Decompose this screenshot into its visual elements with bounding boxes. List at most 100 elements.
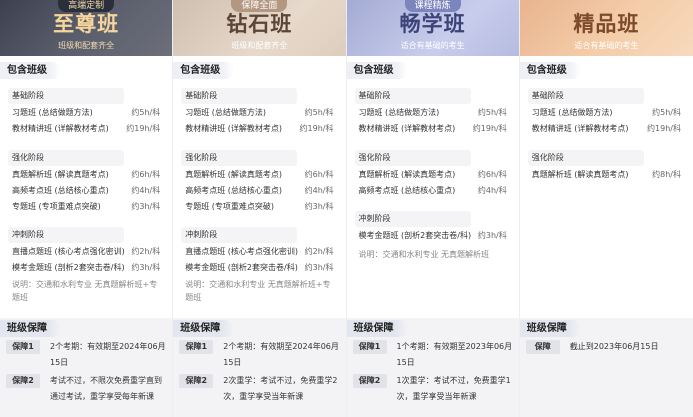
plan-subtitle: 班级和配套齐全 (231, 41, 288, 50)
plan-subtitle: 适合有基础的考生 (574, 41, 639, 50)
guarantee-badge: 保障1 (179, 340, 214, 354)
course-row: 高频考点班 (总结核心重点) 约4h/科 (359, 186, 507, 196)
course-row: 直播点题班 (核心考点强化密训) 约2h/科 (12, 247, 160, 257)
course-row: 模考金题班 (剖析2套突击卷/科) 约3h/科 (185, 263, 333, 273)
plan-header[interactable]: 高端定制 至尊班 班级和配套齐全 (0, 0, 173, 56)
included-classes-label: 包含班级 (0, 62, 61, 79)
guarantee-text: 1次重学：考试不过，免费重学1次，重学享受当年新课 (396, 376, 511, 401)
course-hours: 约2h/科 (304, 247, 334, 256)
course-name: 专题班 (专项重难点突破) (185, 202, 275, 211)
included-classes-label: 包含班级 (346, 62, 408, 79)
guarantee-label: 班级保障 (346, 320, 408, 337)
stage-label: 冲刺阶段 (181, 227, 298, 243)
course-name: 高频考点班 (总结核心重点) (358, 186, 456, 195)
course-hours: 约4h/科 (304, 186, 334, 195)
stage-label: 强化阶段 (8, 150, 124, 166)
guarantee-text: 1个考期：有效期至2023年06月15日 (396, 342, 513, 367)
guarantee-badge: 保障2 (352, 374, 387, 388)
stage-label: 冲刺阶段 (354, 211, 471, 227)
course-row: 习题班 (总结做题方法) 约5h/科 (185, 108, 333, 118)
course-name: 习题班 (总结做题方法) (12, 108, 93, 117)
course-hours: 约19h/科 (472, 124, 507, 133)
course-hours: 约6h/科 (477, 170, 507, 179)
plan-header[interactable]: 保障全面 钻石班 班级和配套齐全 (173, 0, 346, 56)
course-name: 教材精讲班 (详解教材考点) (12, 124, 109, 133)
guarantee-text: 2个考期：有效期至2024年06月15日 (50, 342, 166, 367)
plan-title: 钻石班 (226, 12, 293, 36)
guarantee-text: 截止到2023年06月15日 (569, 342, 659, 351)
stage-label: 强化阶段 (527, 150, 644, 166)
course-hours: 约3h/科 (304, 202, 334, 211)
plan-column: 课程精炼 畅学班 适合有基础的考生 包含班级 基础阶段 习题班 (总结做题方法) 约5h/科… (346, 0, 520, 417)
course-name: 教材精讲班 (详解教材考点) (531, 124, 629, 133)
course-row: 习题班 (总结做题方法) 约5h/科 (359, 108, 507, 118)
guarantee-text: 2个考期：有效期至2024年06月15日 (223, 342, 339, 367)
course-name: 真题解析班 (解读真题考点) (358, 170, 456, 179)
course-hours: 约2h/科 (131, 247, 161, 256)
course-name: 真题解析班 (解读真题考点) (185, 170, 283, 179)
course-name: 真题解析班 (解读真题考点) (12, 170, 109, 179)
guarantee-label: 班级保障 (0, 320, 61, 337)
plan-title: 精品班 (573, 12, 640, 36)
plan-title: 至尊班 (53, 12, 120, 36)
guarantee-badge: 保障2 (179, 374, 214, 388)
plan-subtitle: 适合有基础的考生 (400, 41, 465, 50)
course-row: 专题班 (专项重难点突破) 约3h/科 (185, 202, 333, 212)
plan-note: 说明：交通和水利专业 无真题解析班 (358, 250, 490, 259)
course-hours: 约19h/科 (299, 124, 334, 133)
guarantee-label: 班级保障 (519, 320, 581, 337)
course-name: 习题班 (总结做题方法) (531, 108, 613, 117)
plan-column: 高端定制 至尊班 班级和配套齐全 包含班级 基础阶段 习题班 (总结做题方法) 约5h/科教… (0, 0, 174, 417)
plan-header[interactable]: 精品班适合有基础的考生 (519, 0, 693, 56)
course-name: 直播点题班 (核心考点强化密训) (185, 247, 299, 256)
course-row: 模考金题班 (剖析2套突击卷/科) 约3h/科 (359, 231, 507, 241)
plan-column: 保障全面 钻石班 班级和配套齐全 包含班级 基础阶段 习题班 (总结做题方法) 约5h/科教… (173, 0, 347, 417)
guarantee-badge: 保障 (525, 340, 560, 354)
course-name: 模考金题班 (剖析2套突击卷/科) (185, 263, 298, 272)
course-row: 专题班 (专项重难点突破) 约3h/科 (12, 202, 160, 212)
course-hours: 约5h/科 (304, 108, 334, 117)
guarantee-badge: 保障1 (6, 340, 40, 354)
stage-label: 冲刺阶段 (8, 227, 124, 243)
course-row: 直播点题班 (核心考点强化密训) 约2h/科 (185, 247, 333, 257)
plan-note: 说明：交通和水利专业 无真题解析班+专题班 (185, 280, 331, 302)
plan-column: 精品班适合有基础的考生包含班级基础阶段习题班 (总结做题方法) 约5h/科 教材精讲… (519, 0, 693, 417)
included-classes-label: 包含班级 (519, 62, 581, 79)
course-hours: 约4h/科 (477, 186, 507, 195)
course-row: 习题班 (总结做题方法) 约5h/科 (12, 108, 160, 118)
stage-label: 强化阶段 (181, 150, 298, 166)
course-row: 习题班 (总结做题方法) 约5h/科 (532, 108, 681, 118)
stage-label: 基础阶段 (354, 88, 471, 104)
course-row: 模考金题班 (剖析2套突击卷/科) 约3h/科 (12, 263, 160, 273)
course-row: 真题解析班 (解读真题考点) 约6h/科 (185, 170, 333, 180)
course-row: 教材精讲班 (详解教材考点) 约19h/科 (185, 124, 333, 134)
course-row: 教材精讲班 (详解教材考点) 约19h/科 (12, 124, 160, 134)
guarantee-badge: 保障2 (6, 374, 40, 388)
stage-label: 基础阶段 (8, 88, 124, 104)
course-name: 教材精讲班 (详解教材考点) (185, 124, 283, 133)
course-hours: 约3h/科 (131, 263, 161, 272)
course-name: 高频考点班 (总结核心重点) (12, 186, 109, 195)
stage-label: 基础阶段 (527, 88, 644, 104)
course-row: 高频考点班 (总结核心重点) 约4h/科 (12, 186, 160, 196)
course-hours: 约5h/科 (131, 108, 161, 117)
guarantee-section: 班级保障 保障1 2个考期：有效期至2024年06月15日 保障2 2次重学：考试不过，… (173, 318, 346, 417)
course-name: 真题解析班 (解读真题考点) (531, 170, 629, 179)
plan-header[interactable]: 课程精炼 畅学班 适合有基础的考生 (346, 0, 519, 56)
course-hours: 约3h/科 (131, 202, 161, 211)
course-row: 真题解析班 (解读真题考点) 约6h/科 (12, 170, 160, 180)
course-hours: 约5h/科 (477, 108, 507, 117)
course-name: 专题班 (专项重难点突破) (12, 202, 101, 211)
guarantee-section: 班级保障保障 截止到2023年06月15日 (519, 318, 693, 417)
course-name: 习题班 (总结做题方法) (185, 108, 267, 117)
course-hours: 约4h/科 (131, 186, 161, 195)
course-hours: 约19h/科 (126, 124, 161, 133)
stage-label: 基础阶段 (181, 88, 298, 104)
plan-note: 说明：交通和水利专业 无真题解析班+专题班 (12, 280, 158, 302)
plan-subtitle: 班级和配套齐全 (58, 41, 115, 50)
guarantee-section: 班级保障 保障1 2个考期：有效期至2024年06月15日 保障2 考试不过，不限次免费… (0, 318, 173, 417)
course-hours: 约19h/科 (647, 124, 681, 133)
course-hours: 约6h/科 (131, 170, 161, 179)
plan-title: 畅学班 (399, 12, 466, 36)
stage-label: 强化阶段 (354, 150, 471, 166)
